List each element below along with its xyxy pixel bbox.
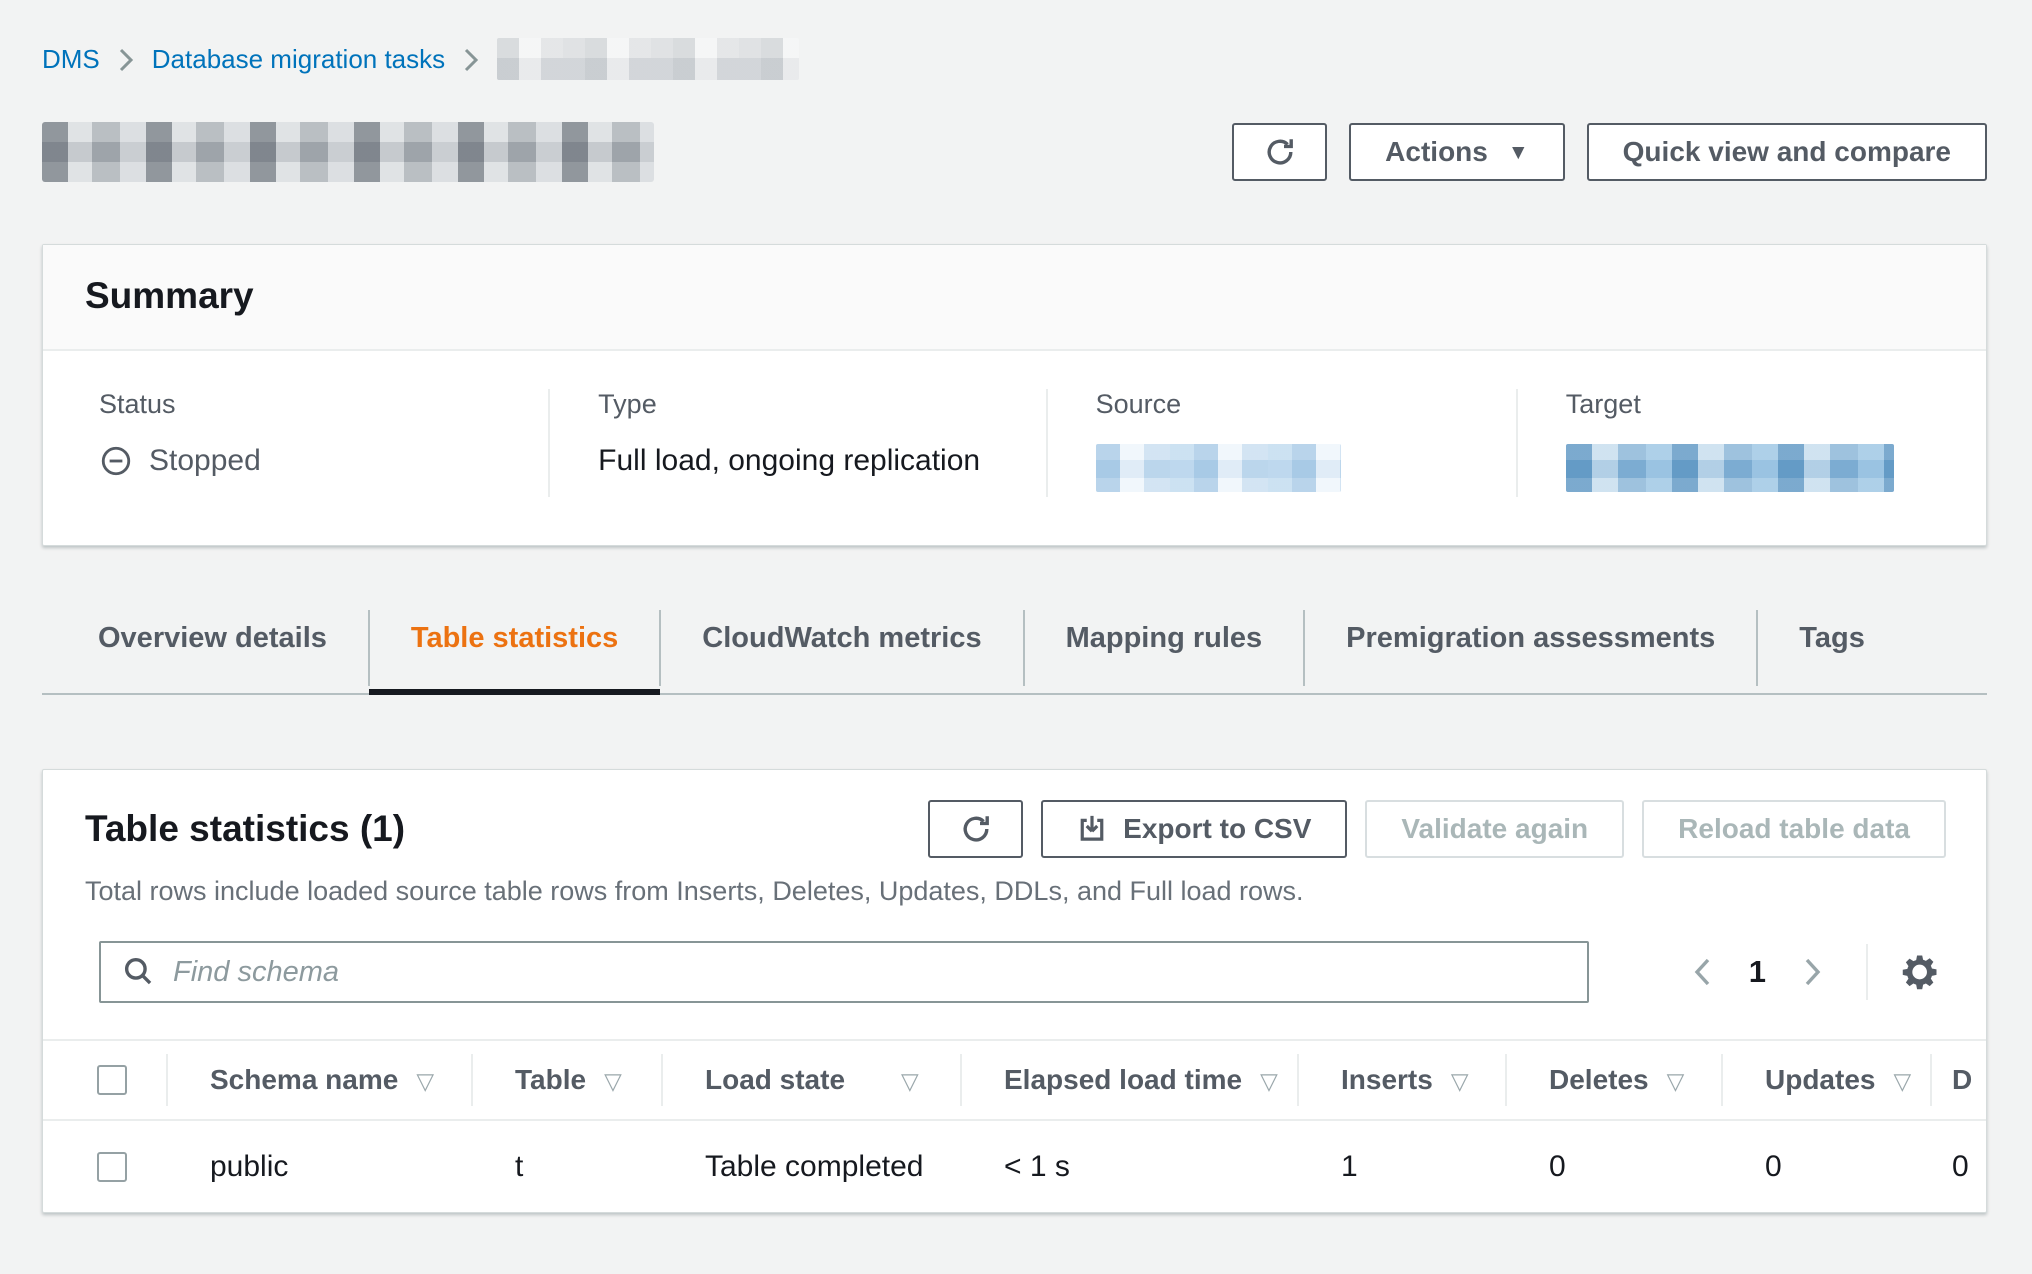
cell-updates: 0 bbox=[1721, 1120, 1930, 1212]
sort-icon[interactable]: ▽ bbox=[1667, 1068, 1685, 1094]
column-header-deletes: Deletes▽ bbox=[1505, 1040, 1721, 1120]
summary-source-column: Source bbox=[1046, 389, 1516, 497]
sort-icon[interactable]: ▽ bbox=[1260, 1068, 1278, 1094]
download-icon bbox=[1077, 814, 1107, 844]
filter-row: 1 bbox=[99, 941, 1946, 1003]
table-refresh-button[interactable] bbox=[928, 800, 1023, 858]
search-box bbox=[99, 941, 1589, 1003]
tab-bar: Overview details Table statistics CloudW… bbox=[42, 608, 1987, 695]
column-header-table: Table▽ bbox=[471, 1040, 661, 1120]
actions-button[interactable]: Actions ▼ bbox=[1349, 123, 1564, 181]
status-value: Stopped bbox=[99, 444, 518, 478]
gear-icon bbox=[1898, 950, 1942, 994]
pagination-divider bbox=[1866, 944, 1868, 1000]
cell-table: t bbox=[471, 1120, 661, 1212]
breadcrumb-link-dms[interactable]: DMS bbox=[42, 44, 100, 75]
cell-load-state: Table completed bbox=[661, 1120, 960, 1212]
quick-view-label: Quick view and compare bbox=[1623, 136, 1951, 168]
status-label: Status bbox=[99, 389, 518, 420]
cell-deletes: 0 bbox=[1505, 1120, 1721, 1212]
table-statistics-header: Table statistics (1) Export to CSV Valid… bbox=[43, 770, 1986, 858]
page-header: Actions ▼ Quick view and compare bbox=[42, 122, 1987, 182]
column-header-load-state: Load state▽ bbox=[661, 1040, 960, 1120]
source-value-redacted bbox=[1096, 444, 1341, 492]
table-statistics-card: Table statistics (1) Export to CSV Valid… bbox=[42, 769, 1987, 1213]
table-statistics-title: Table statistics (1) bbox=[85, 808, 405, 850]
table-statistics-description: Total rows include loaded source table r… bbox=[85, 876, 1946, 907]
column-header-schema-name: Schema name▽ bbox=[166, 1040, 471, 1120]
actions-button-label: Actions bbox=[1385, 136, 1488, 168]
validate-again-label: Validate again bbox=[1401, 813, 1588, 845]
column-header-updates: Updates▽ bbox=[1721, 1040, 1930, 1120]
type-label: Type bbox=[598, 389, 1015, 420]
status-text: Stopped bbox=[149, 444, 261, 478]
source-label: Source bbox=[1096, 389, 1486, 420]
pagination: 1 bbox=[1679, 944, 1946, 1000]
sort-icon[interactable]: ▽ bbox=[604, 1068, 622, 1094]
cell-schema-name: public bbox=[166, 1120, 471, 1212]
target-label: Target bbox=[1566, 389, 1956, 420]
tab-cloudwatch-metrics[interactable]: CloudWatch metrics bbox=[660, 608, 1023, 695]
summary-type-column: Type Full load, ongoing replication bbox=[548, 389, 1045, 497]
summary-card-header: Summary bbox=[43, 245, 1986, 351]
column-header-elapsed-load-time: Elapsed load time▽ bbox=[960, 1040, 1297, 1120]
summary-title: Summary bbox=[85, 275, 1944, 317]
header-actions: Actions ▼ Quick view and compare bbox=[1232, 123, 1987, 181]
type-value: Full load, ongoing replication bbox=[598, 444, 1015, 478]
row-checkbox[interactable] bbox=[97, 1152, 127, 1182]
breadcrumb-current-redacted bbox=[497, 38, 799, 80]
export-csv-button[interactable]: Export to CSV bbox=[1041, 800, 1347, 858]
column-header-clipped: D bbox=[1930, 1040, 1987, 1120]
breadcrumb: DMS Database migration tasks bbox=[0, 0, 2032, 80]
table-statistics-table: Schema name▽ Table▽ Load state▽ Elapsed … bbox=[43, 1039, 1987, 1212]
current-page-number: 1 bbox=[1725, 954, 1790, 990]
tab-tags[interactable]: Tags bbox=[1757, 608, 1907, 695]
minus-circle-icon bbox=[99, 444, 133, 478]
tab-premigration-assessments[interactable]: Premigration assessments bbox=[1304, 608, 1757, 695]
breadcrumb-chevron-icon bbox=[118, 46, 134, 74]
select-all-checkbox[interactable] bbox=[97, 1065, 127, 1095]
tab-mapping-rules[interactable]: Mapping rules bbox=[1024, 608, 1305, 695]
breadcrumb-link-migration-tasks[interactable]: Database migration tasks bbox=[152, 44, 445, 75]
table-row: public t Table completed < 1 s 1 0 0 0 bbox=[43, 1120, 1987, 1212]
cell-elapsed-load-time: < 1 s bbox=[960, 1120, 1297, 1212]
refresh-button[interactable] bbox=[1232, 123, 1327, 181]
cell-clipped: 0 bbox=[1930, 1120, 1987, 1212]
sort-icon[interactable]: ▽ bbox=[416, 1068, 434, 1094]
caret-down-icon: ▼ bbox=[1508, 142, 1529, 163]
refresh-icon bbox=[960, 813, 992, 845]
summary-target-column: Target bbox=[1516, 389, 1986, 497]
refresh-icon bbox=[1264, 136, 1296, 168]
table-statistics-actions: Export to CSV Validate again Reload tabl… bbox=[928, 800, 1946, 858]
find-schema-input[interactable] bbox=[99, 941, 1589, 1003]
task-name-redacted bbox=[42, 122, 654, 182]
tab-overview-details[interactable]: Overview details bbox=[42, 608, 369, 695]
chevron-left-icon bbox=[1691, 955, 1713, 989]
sort-icon[interactable]: ▽ bbox=[901, 1068, 919, 1094]
target-value-redacted bbox=[1566, 444, 1894, 492]
sort-icon[interactable]: ▽ bbox=[1893, 1068, 1911, 1094]
column-header-inserts: Inserts▽ bbox=[1297, 1040, 1505, 1120]
reload-table-data-button[interactable]: Reload table data bbox=[1642, 800, 1946, 858]
summary-card: Summary Status Stopped Type Full load, o… bbox=[42, 244, 1987, 546]
next-page-button[interactable] bbox=[1790, 949, 1836, 995]
table-header-row: Schema name▽ Table▽ Load state▽ Elapsed … bbox=[43, 1040, 1987, 1120]
chevron-right-icon bbox=[1802, 955, 1824, 989]
sort-icon[interactable]: ▽ bbox=[1451, 1068, 1469, 1094]
export-csv-label: Export to CSV bbox=[1123, 813, 1311, 845]
quick-view-compare-button[interactable]: Quick view and compare bbox=[1587, 123, 1987, 181]
table-preferences-button[interactable] bbox=[1894, 946, 1946, 998]
validate-again-button[interactable]: Validate again bbox=[1365, 800, 1624, 858]
cell-inserts: 1 bbox=[1297, 1120, 1505, 1212]
summary-status-column: Status Stopped bbox=[43, 389, 548, 497]
previous-page-button[interactable] bbox=[1679, 949, 1725, 995]
summary-grid: Status Stopped Type Full load, ongoing r… bbox=[43, 351, 1986, 545]
breadcrumb-chevron-icon bbox=[463, 46, 479, 74]
tab-table-statistics[interactable]: Table statistics bbox=[369, 608, 660, 695]
reload-table-data-label: Reload table data bbox=[1678, 813, 1910, 845]
